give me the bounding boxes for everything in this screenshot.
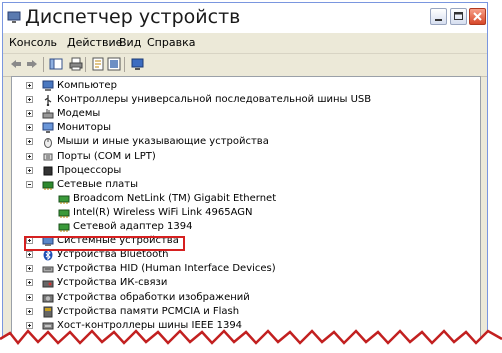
toolbar	[3, 53, 487, 77]
minimize-button[interactable]	[430, 8, 447, 25]
collapse-icon[interactable]	[26, 180, 33, 188]
tree-item-label: Модемы	[57, 108, 101, 120]
tree-item-label: Мониторы	[57, 122, 111, 134]
print-icon[interactable]	[69, 57, 83, 71]
mouse-icon	[44, 138, 52, 149]
modem-icon	[42, 109, 54, 119]
expand-icon[interactable]	[26, 110, 33, 118]
tree-item-label: Сетевой адаптер 1394	[73, 221, 193, 232]
tree-item-label: Устройства HID (Human Interface Devices)	[57, 263, 276, 275]
expand-icon[interactable]	[26, 307, 33, 315]
window-title: Диспетчер устройств	[25, 6, 241, 28]
imaging-icon	[42, 294, 54, 302]
tree-item-label: Устройства памяти PCMCIA и Flash	[57, 305, 240, 317]
tree-item-label: Компьютер	[57, 80, 117, 91]
tree-item-label: Сетевые платы	[57, 178, 139, 190]
network-card-icon	[58, 223, 70, 232]
tree-item-label: Порты (COM и LPT)	[57, 150, 156, 162]
device-manager-window: Диспетчер устройств Консоль Действие Вид…	[2, 2, 488, 347]
menu-action[interactable]: Действие	[67, 36, 122, 49]
tree-item-label: Контроллеры универсальной последовательн…	[57, 94, 372, 106]
properties-icon[interactable]	[91, 57, 105, 71]
expand-icon[interactable]	[26, 124, 33, 132]
toolbar-separator	[43, 57, 44, 72]
tree-item-label: Broadcom NetLink (TM) Gigabit Ethernet	[73, 192, 277, 204]
title-bar[interactable]: Диспетчер устройств	[3, 3, 487, 33]
expand-icon[interactable]	[26, 138, 33, 146]
computer-icon	[42, 80, 54, 91]
toolbar-separator	[124, 57, 125, 72]
tree-item-label: Процессоры	[57, 164, 122, 176]
scan-hardware-icon[interactable]	[131, 57, 145, 71]
device-tree[interactable]: Компьютер Контроллеры универсальной после…	[11, 76, 481, 346]
expand-icon[interactable]	[26, 321, 33, 329]
processor-icon	[43, 166, 53, 176]
expand-icon[interactable]	[26, 166, 33, 174]
menu-view[interactable]: Вид	[119, 36, 141, 49]
tree-item-label: Intel(R) Wireless WiFi Link 4965AGN	[73, 206, 253, 218]
network-card-icon	[58, 209, 70, 218]
hid-icon	[42, 266, 54, 273]
tree-item-label: Хост-контроллеры шины IEEE 1394	[57, 319, 243, 331]
device-manager-app-icon	[7, 11, 21, 23]
ieee1394-icon	[42, 322, 54, 330]
menu-help[interactable]: Справка	[147, 36, 195, 49]
port-icon	[43, 153, 53, 160]
tree-item-label: Устройства обработки изображений	[57, 291, 250, 303]
back-arrow-icon[interactable]	[9, 57, 23, 71]
memory-card-icon	[43, 306, 53, 318]
expand-icon[interactable]	[26, 265, 33, 273]
expand-icon[interactable]	[26, 279, 33, 287]
close-button[interactable]	[469, 8, 486, 25]
monitor-icon	[42, 122, 54, 134]
network-adapter-icon	[42, 181, 54, 190]
highlight-frame	[24, 236, 185, 251]
expand-icon[interactable]	[26, 293, 33, 301]
usb-icon	[44, 95, 52, 107]
toolbar-separator	[85, 57, 86, 72]
forward-arrow-icon[interactable]	[25, 57, 39, 71]
help-icon[interactable]	[107, 57, 121, 71]
network-card-icon	[58, 195, 70, 204]
maximize-button[interactable]	[450, 8, 467, 25]
show-hide-tree-icon[interactable]	[49, 57, 63, 71]
tree-item-label: Устройства ИК-связи	[57, 277, 168, 289]
tree-item-label: Мыши и иные указывающие устройства	[57, 136, 269, 148]
expand-icon[interactable]	[26, 251, 33, 259]
infrared-icon	[42, 280, 54, 288]
menu-bar: Консоль Действие Вид Справка	[3, 33, 487, 53]
menu-console[interactable]: Консоль	[9, 36, 57, 49]
expand-icon[interactable]	[26, 152, 33, 160]
expand-icon[interactable]	[26, 82, 33, 89]
expand-icon[interactable]	[26, 96, 33, 104]
